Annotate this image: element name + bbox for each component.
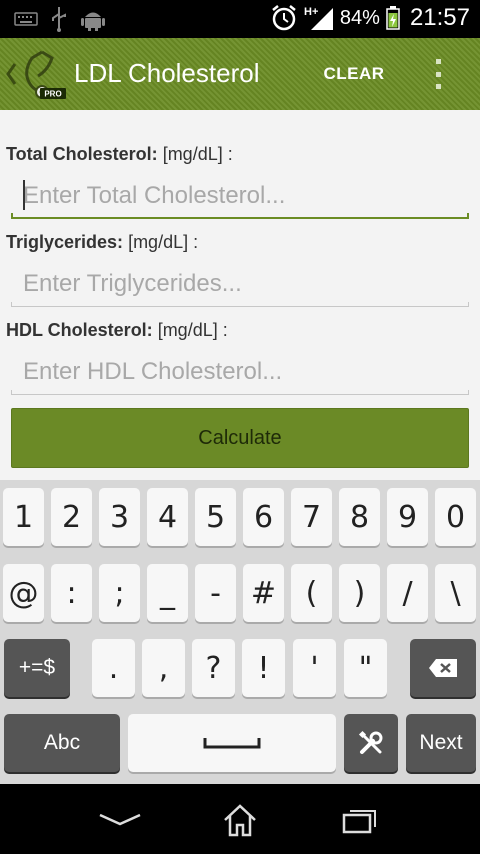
- navigation-bar: [0, 784, 480, 854]
- home-button[interactable]: [210, 800, 270, 840]
- key-1[interactable]: 1: [3, 488, 44, 546]
- signal-h-plus-icon: H+: [304, 6, 333, 30]
- triglycerides-input[interactable]: [11, 263, 469, 305]
- svg-text:H+: H+: [304, 6, 318, 18]
- recent-apps-button[interactable]: [330, 800, 390, 840]
- key-7[interactable]: 7: [291, 488, 332, 546]
- abc-key[interactable]: Abc: [4, 714, 120, 772]
- next-key[interactable]: Next: [406, 714, 476, 772]
- total-cholesterol-underline: [11, 213, 469, 219]
- overflow-dot: [435, 71, 441, 77]
- text-cursor: [23, 180, 25, 210]
- symbols-shift-key[interactable]: +=$: [4, 639, 70, 697]
- hdl-cholesterol-label: HDL Cholesterol: [mg/dL] :: [6, 320, 228, 341]
- triglycerides-underline: [11, 302, 469, 307]
- key-backslash[interactable]: \: [435, 564, 476, 622]
- triglycerides-label-text: Triglycerides:: [6, 232, 124, 252]
- clear-button[interactable]: CLEAR: [318, 56, 390, 92]
- hdl-cholesterol-unit: [mg/dL] :: [152, 320, 228, 340]
- alarm-icon: [272, 5, 296, 31]
- pro-badge: PRO: [44, 90, 61, 99]
- status-bar: H+ 84% 21:57: [0, 0, 480, 38]
- home-icon: [224, 804, 256, 837]
- calculator-form: Total Cholesterol: [mg/dL] : Triglycerid…: [0, 110, 480, 480]
- action-bar: PRO LDL Cholesterol CLEAR: [0, 38, 480, 110]
- key-5[interactable]: 5: [195, 488, 236, 546]
- key-apostrophe[interactable]: ': [293, 639, 336, 697]
- backspace-icon: [429, 659, 457, 677]
- space-icon: [203, 738, 261, 749]
- recent-apps-icon: [342, 810, 376, 834]
- usb-icon: [52, 7, 66, 32]
- overflow-menu-button[interactable]: [426, 56, 450, 92]
- key-2[interactable]: 2: [51, 488, 92, 546]
- triglycerides-unit: [mg/dL] :: [123, 232, 199, 252]
- total-cholesterol-unit: [mg/dL] :: [157, 144, 233, 164]
- key-quote[interactable]: ": [344, 639, 387, 697]
- settings-key[interactable]: [344, 714, 398, 772]
- key-close-paren[interactable]: ): [339, 564, 380, 622]
- key-period[interactable]: .: [92, 639, 135, 697]
- back-icon: [99, 813, 141, 826]
- app-logo[interactable]: PRO: [18, 46, 68, 102]
- calculate-button[interactable]: Calculate: [11, 408, 469, 468]
- soft-keyboard: 1 2 3 4 5 6 7 8 9 0 @ : ; _ - # ( ) / \ …: [0, 480, 480, 784]
- key-semicolon[interactable]: ;: [99, 564, 140, 622]
- battery-charging-icon: [386, 6, 400, 30]
- key-colon[interactable]: :: [51, 564, 92, 622]
- key-open-paren[interactable]: (: [291, 564, 332, 622]
- hdl-cholesterol-underline: [11, 390, 469, 395]
- key-4[interactable]: 4: [147, 488, 188, 546]
- total-cholesterol-label-text: Total Cholesterol:: [6, 144, 158, 164]
- key-0[interactable]: 0: [435, 488, 476, 546]
- triglycerides-label: Triglycerides: [mg/dL] :: [6, 232, 198, 253]
- key-3[interactable]: 3: [99, 488, 140, 546]
- keyboard-icon: [14, 12, 38, 26]
- total-cholesterol-input[interactable]: [11, 175, 469, 217]
- key-hyphen[interactable]: -: [195, 564, 236, 622]
- key-comma[interactable]: ,: [142, 639, 185, 697]
- overflow-dot: [435, 59, 441, 64]
- key-6[interactable]: 6: [243, 488, 284, 546]
- battery-percent: 84%: [339, 6, 380, 29]
- key-question[interactable]: ?: [192, 639, 235, 697]
- space-key[interactable]: [128, 714, 336, 772]
- page-title: LDL Cholesterol: [74, 58, 260, 88]
- key-underscore[interactable]: _: [147, 564, 188, 622]
- key-8[interactable]: 8: [339, 488, 380, 546]
- total-cholesterol-label: Total Cholesterol: [mg/dL] :: [6, 144, 233, 165]
- key-exclamation[interactable]: !: [242, 639, 285, 697]
- tools-icon: [358, 730, 383, 754]
- key-at[interactable]: @: [3, 564, 44, 622]
- key-hash[interactable]: #: [243, 564, 284, 622]
- hdl-cholesterol-label-text: HDL Cholesterol:: [6, 320, 153, 340]
- key-slash[interactable]: /: [387, 564, 428, 622]
- hdl-cholesterol-input[interactable]: [11, 351, 469, 393]
- backspace-key[interactable]: [410, 639, 476, 697]
- key-9[interactable]: 9: [387, 488, 428, 546]
- up-chevron-icon[interactable]: [4, 60, 18, 88]
- clock: 21:57: [409, 4, 470, 31]
- overflow-dot: [435, 84, 441, 89]
- back-button[interactable]: [90, 800, 150, 840]
- android-icon: [81, 12, 105, 31]
